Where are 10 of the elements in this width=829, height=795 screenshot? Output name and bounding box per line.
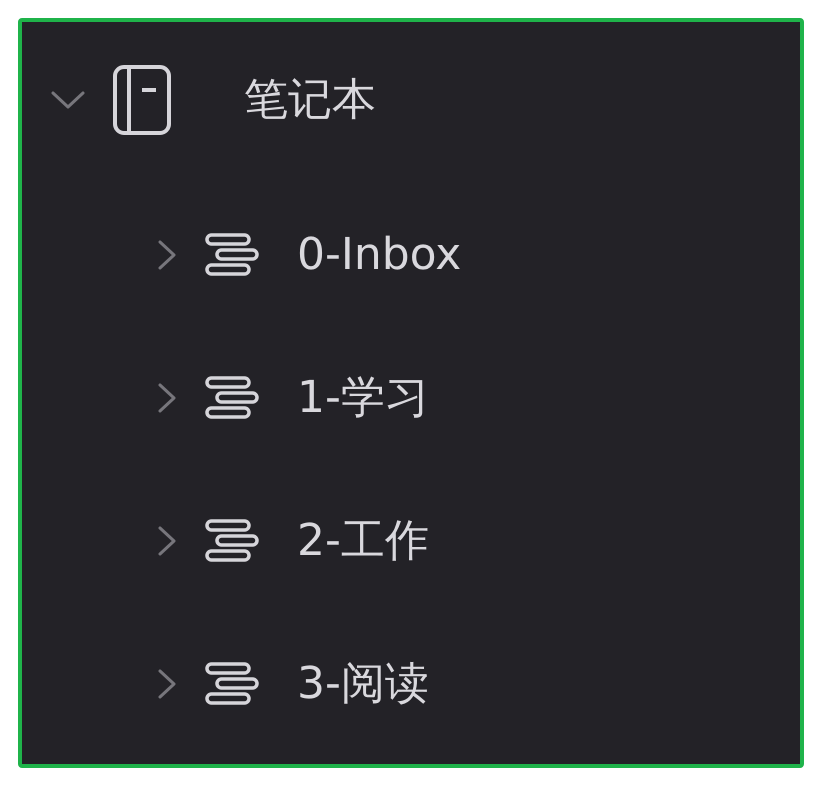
stack-icon xyxy=(205,374,259,420)
stack-icon xyxy=(205,232,259,278)
stack-icon xyxy=(205,660,259,706)
tree-item-label[interactable]: 1-学习 xyxy=(297,368,429,427)
tree-item-label[interactable]: 2-工作 xyxy=(297,511,429,570)
tree-item-label[interactable]: 3-阅读 xyxy=(297,654,429,713)
tree-item-label[interactable]: 0-Inbox xyxy=(297,229,462,280)
notebook-icon xyxy=(112,64,172,136)
tree-item-label[interactable]: 笔记本 xyxy=(244,70,376,129)
stack-icon xyxy=(205,518,259,564)
